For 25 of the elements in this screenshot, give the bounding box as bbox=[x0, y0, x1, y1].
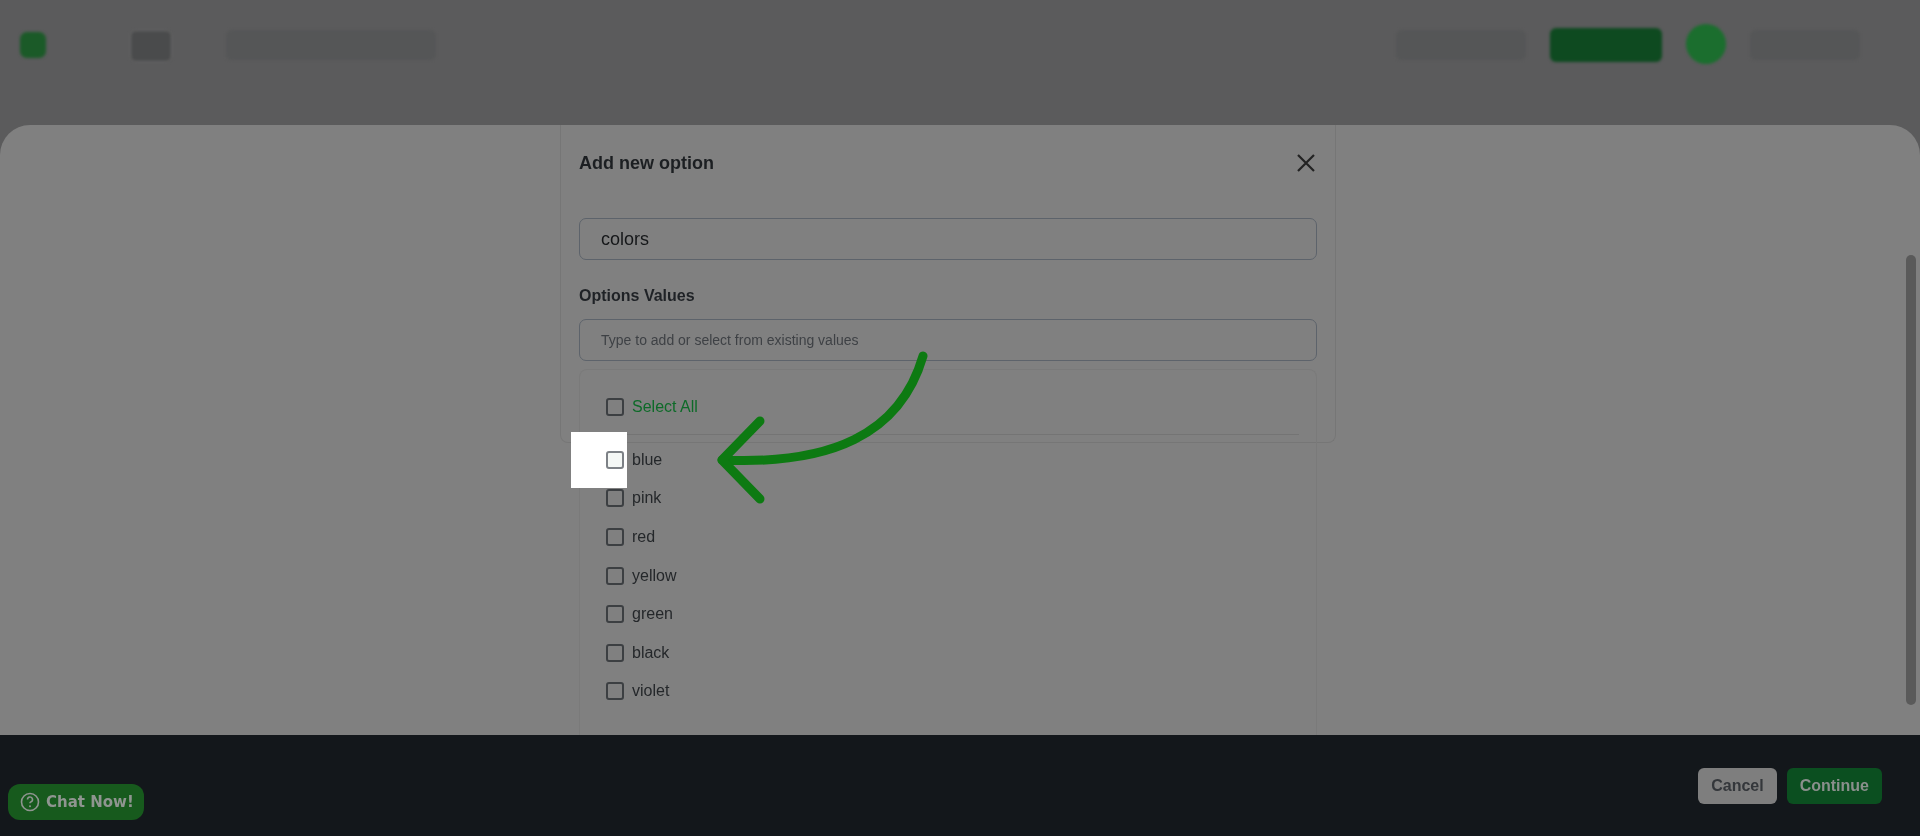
option-label[interactable]: green bbox=[632, 605, 673, 624]
checkbox[interactable] bbox=[606, 682, 624, 701]
option-label[interactable]: violet bbox=[632, 682, 670, 701]
help-icon bbox=[20, 792, 40, 812]
option-label[interactable]: red bbox=[632, 528, 656, 547]
checkbox[interactable] bbox=[606, 489, 624, 508]
input-field[interactable]: colors bbox=[579, 218, 1317, 260]
input-field[interactable]: Type to add or select from existing values bbox=[579, 319, 1317, 361]
checkbox[interactable] bbox=[606, 643, 624, 662]
continue-button[interactable]: Continue bbox=[1786, 767, 1882, 804]
checkbox[interactable] bbox=[606, 605, 624, 624]
checkbox[interactable] bbox=[606, 566, 624, 585]
option-label[interactable]: black bbox=[632, 643, 670, 662]
option-label[interactable]: blue bbox=[632, 450, 663, 469]
close-icon[interactable] bbox=[1295, 152, 1317, 174]
option-label[interactable]: yellow bbox=[632, 566, 677, 585]
field-label: Options Values bbox=[579, 287, 696, 305]
scrollbar[interactable] bbox=[1906, 255, 1916, 705]
modal-title: Add new option bbox=[579, 152, 714, 174]
chat-button[interactable]: Chat Now! bbox=[8, 784, 144, 820]
cancel-button[interactable]: Cancel bbox=[1698, 767, 1777, 804]
logo-icon bbox=[20, 32, 46, 58]
checkbox[interactable] bbox=[606, 528, 624, 547]
checkbox[interactable] bbox=[606, 398, 624, 417]
option-label[interactable]: pink bbox=[632, 489, 662, 508]
